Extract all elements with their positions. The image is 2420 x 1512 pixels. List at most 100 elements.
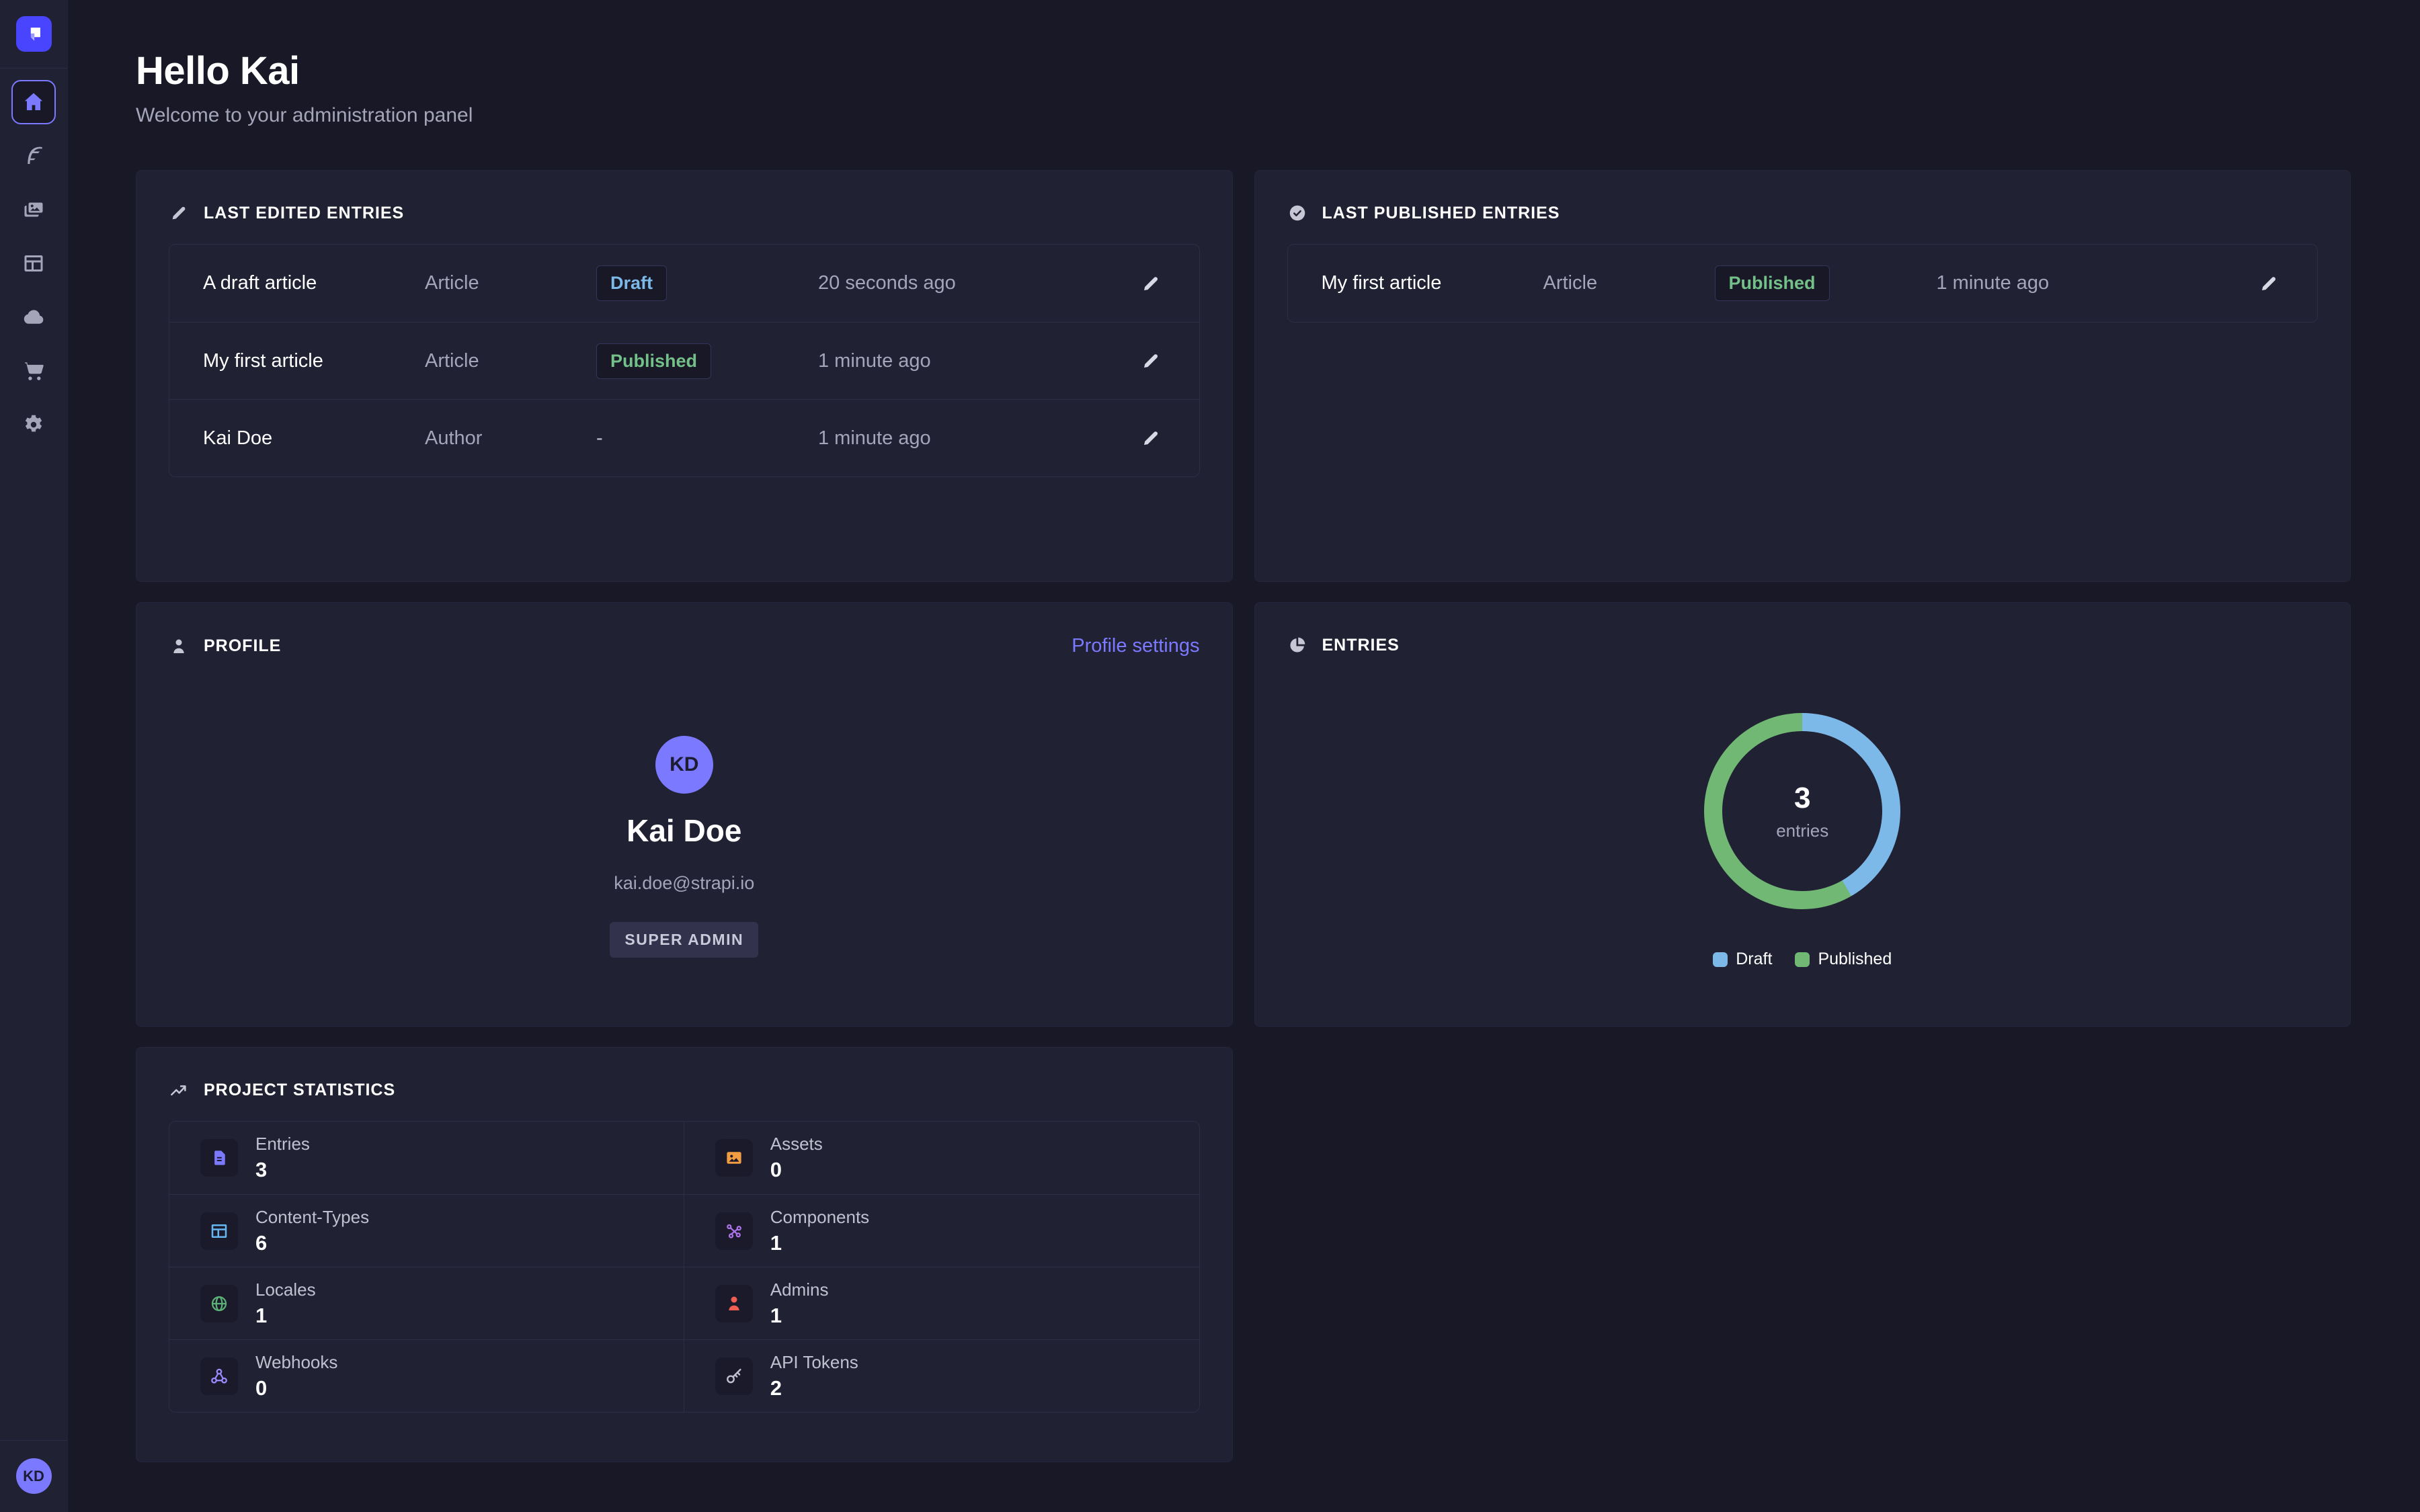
project-statistics-panel: PROJECT STATISTICS Entries3Assets0Conten… <box>136 1047 1233 1462</box>
stat-components: Components 1 <box>684 1194 1199 1267</box>
profile-avatar: KD <box>655 736 713 794</box>
stat-text: Locales 1 <box>255 1279 316 1328</box>
cloud-icon <box>22 305 46 329</box>
pencil-icon <box>1140 427 1162 449</box>
strapi-logo-icon <box>22 23 45 46</box>
edit-entry-button[interactable] <box>1136 269 1166 298</box>
status-badge: Published <box>1715 265 1830 301</box>
entry-type: Article <box>1543 272 1715 294</box>
project-statistics-grid: Entries3Assets0Content-Types6Components1… <box>169 1121 1200 1413</box>
entry-status-cell: Published <box>1715 265 1937 301</box>
stat-value: 1 <box>770 1304 829 1328</box>
user-avatar[interactable]: KD <box>16 1458 52 1494</box>
last-edited-entries-header: LAST EDITED ENTRIES <box>169 203 1200 223</box>
page-title: Hello Kai <box>136 48 2351 93</box>
edit-entry-button[interactable] <box>1136 423 1166 453</box>
sidebar-item-layout[interactable] <box>11 241 56 286</box>
entry-time: 1 minute ago <box>1937 272 2255 294</box>
person-icon <box>715 1285 753 1322</box>
entries-count-label: entries <box>1776 821 1828 841</box>
sidebar-item-media-library[interactable] <box>11 187 56 232</box>
stat-text: Content-Types6 <box>255 1207 369 1255</box>
pie-chart-icon <box>1287 635 1307 655</box>
entry-time: 1 minute ago <box>818 427 1136 450</box>
feather-icon <box>22 144 46 168</box>
sidebar-item-gear[interactable] <box>11 403 56 447</box>
stat-value: 3 <box>255 1158 310 1182</box>
last-published-entries-title: LAST PUBLISHED ENTRIES <box>1322 204 1560 223</box>
legend-swatch <box>1795 952 1810 967</box>
stat-entries: Entries3 <box>169 1122 684 1194</box>
pencil-icon <box>1140 350 1162 372</box>
edit-entry-button[interactable] <box>1136 346 1166 376</box>
last-published-entries-header: LAST PUBLISHED ENTRIES <box>1287 203 2318 223</box>
sidebar-item-cloud[interactable] <box>11 295 56 339</box>
entries-count: 3 <box>1794 782 1810 815</box>
sidebar-item-cart[interactable] <box>11 349 56 393</box>
status-badge: Published <box>596 343 711 379</box>
stat-webhooks: Webhooks 0 <box>169 1339 684 1412</box>
stat-text: Assets0 <box>770 1134 823 1182</box>
trend-up-icon <box>169 1080 189 1100</box>
stat-text: API Tokens2 <box>770 1352 858 1400</box>
webhook-icon <box>200 1357 238 1395</box>
profile-role-badge: SUPER ADMIN <box>610 922 758 958</box>
key-icon <box>715 1357 753 1395</box>
stat-content-types: Content-Types6 <box>169 1194 684 1267</box>
entry-name: A draft article <box>203 272 425 294</box>
entry-status-cell: - <box>596 427 818 450</box>
entry-type: Article <box>425 350 596 372</box>
status-badge: Draft <box>596 265 667 301</box>
stat-text: Admins1 <box>770 1279 829 1328</box>
table-row: A draft articleArticleDraft 20 seconds ag… <box>169 245 1199 322</box>
gear-icon <box>22 413 46 437</box>
entries-title: ENTRIES <box>1322 636 1400 655</box>
entry-status-cell: Draft <box>596 265 818 301</box>
profile-title: PROFILE <box>204 636 281 656</box>
stat-label: Assets <box>770 1134 823 1154</box>
page-subtitle: Welcome to your administration panel <box>136 104 2351 127</box>
project-statistics-header: PROJECT STATISTICS <box>169 1080 1200 1100</box>
check-circle-icon <box>1287 203 1307 223</box>
project-statistics-title: PROJECT STATISTICS <box>204 1081 395 1100</box>
sidebar-item-feather[interactable] <box>11 134 56 178</box>
entry-name: My first article <box>203 350 425 372</box>
sidebar-nav <box>11 80 56 447</box>
strapi-logo-button[interactable] <box>16 16 52 52</box>
main-content: Hello Kai Welcome to your administration… <box>68 0 2420 1512</box>
media-library-icon <box>22 198 46 222</box>
entries-header: ENTRIES <box>1287 635 2318 655</box>
profile-header: PROFILE Profile settings <box>169 635 1200 657</box>
stat-label: Locales <box>255 1279 316 1300</box>
entry-type: Article <box>425 272 596 294</box>
entries-panel: ENTRIES 3 entries DraftPublished <box>1254 602 2351 1027</box>
stat-label: Components <box>770 1207 869 1228</box>
stat-admins: Admins1 <box>684 1267 1199 1339</box>
entry-status: - <box>596 427 603 449</box>
entry-type: Author <box>425 427 596 450</box>
document-icon <box>200 1139 238 1177</box>
layout-icon <box>22 251 46 276</box>
entry-time: 20 seconds ago <box>818 272 1136 294</box>
image-icon <box>715 1139 753 1177</box>
table-row: My first articleArticlePublished1 minute… <box>1288 245 2318 322</box>
stat-assets: Assets0 <box>684 1122 1199 1194</box>
legend-label: Published <box>1818 950 1892 969</box>
profile-panel: PROFILE Profile settings KD Kai Doe kai.… <box>136 602 1233 1027</box>
sidebar-item-home[interactable] <box>11 80 56 124</box>
stat-label: Content-Types <box>255 1207 369 1228</box>
entries-donut-chart: 3 entries <box>1704 713 1900 909</box>
profile-settings-link[interactable]: Profile settings <box>1072 635 1199 657</box>
edit-entry-button[interactable] <box>2254 269 2284 298</box>
sidebar-divider-top <box>0 68 67 69</box>
entries-legend: DraftPublished <box>1287 950 2318 969</box>
stat-value: 0 <box>255 1376 337 1400</box>
stat-value: 1 <box>255 1304 316 1328</box>
last-published-entries-table: My first articleArticlePublished1 minute… <box>1287 244 2318 323</box>
table-row: My first articleArticlePublished1 minute… <box>169 322 1199 399</box>
stat-label: Webhooks <box>255 1352 337 1373</box>
table-row: Kai DoeAuthor-1 minute ago <box>169 399 1199 476</box>
stat-value: 1 <box>770 1231 869 1255</box>
user-icon <box>169 636 189 657</box>
last-edited-entries-table: A draft articleArticleDraft20 seconds ag… <box>169 244 1200 477</box>
